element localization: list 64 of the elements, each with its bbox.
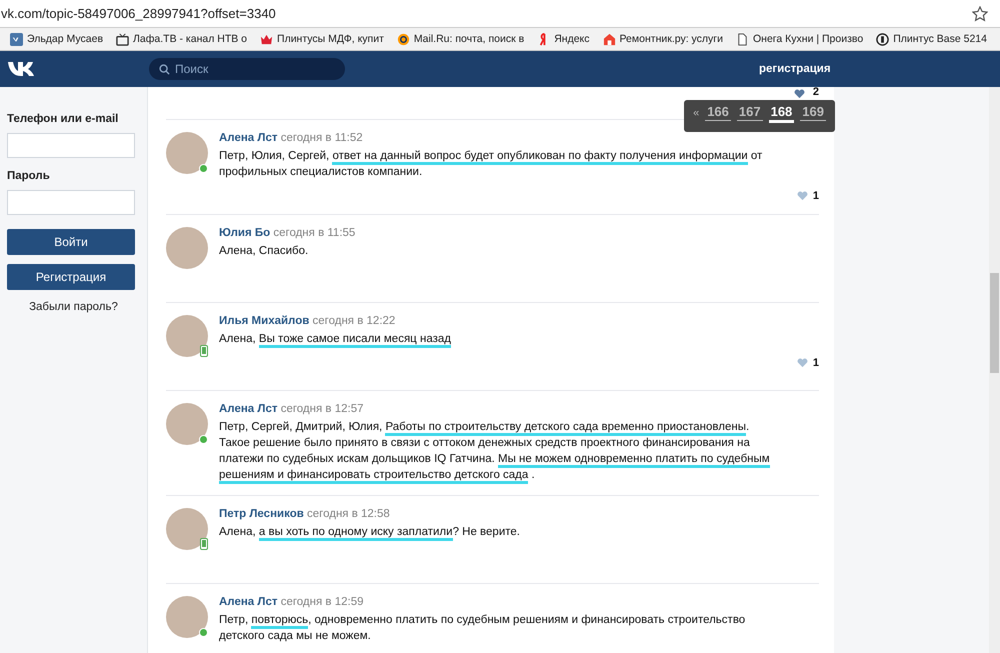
post-text: Петр, Юлия, Сергей, ответ на данный вопрос будет опубликован по факту получения информации от профильных специалистов компании. [219,149,764,180]
like-count: 1 [812,357,819,369]
scrollbar-thumb[interactable] [990,273,999,373]
vk-logo-icon[interactable] [7,60,37,78]
heart-icon[interactable] [796,358,808,368]
forgot-password-link[interactable]: Забыли пароль? [7,301,140,313]
bookmark-link[interactable]: Яндекс [554,33,590,45]
post-time[interactable]: сегодня в 11:52 [280,132,363,144]
post-time[interactable]: сегодня в 11:55 [273,227,356,239]
heart-icon[interactable] [794,89,805,99]
field-label: Пароль [7,170,51,182]
post-time[interactable]: сегодня в 12:59 [280,596,364,608]
page-link[interactable]: 166 [705,104,731,121]
bookmark-link[interactable]: Ремонтник.ру: услуги [620,33,723,45]
register-button[interactable]: Регистрация [7,264,135,290]
search-field[interactable]: Поиск [149,58,345,80]
bookmark-link[interactable]: Mail.Ru: почта, поиск в [414,33,524,45]
search-icon [159,64,170,75]
post-text: Алена, Вы тоже самое писали месяц назад [219,331,779,347]
post-text: Петр, повторюсь, одновременно платить по судебным решениям и финансировать строительство детского сада мы не можем. [219,613,746,644]
heart-icon[interactable] [796,191,808,201]
avatar-placeholder[interactable] [166,596,208,638]
login-button[interactable]: Войти [7,229,135,255]
vk-logo-icon [10,32,23,46]
author-link[interactable]: Алена Лст [219,403,278,415]
post-time[interactable]: сегодня в 12:22 [312,315,396,327]
phone-input[interactable] [7,133,135,158]
bookmark-link[interactable]: Онега Кухни | Произво [753,33,864,45]
password-input[interactable] [7,190,135,215]
page-icon [736,32,749,46]
post-text: Петр, Сергей, Дмитрий, Юлия, Работы по строительству детского сада временно приостановлены. Такое решение было принято в связи с оттоком денежных средств проектного финансирования на платежи по судебных искам дольщиков IQ Гатчина. Мы не можем одновременно платить по судебным решениям и финансировать строительство детского сада . [219,419,779,483]
author-link[interactable]: Алена Лст [219,132,278,144]
like-count: 2 [812,86,819,98]
bookmark-link[interactable]: Плинтусы МДФ, купит [277,33,384,45]
house-icon [602,32,616,46]
page-link[interactable]: 167 [736,104,763,121]
avatar-placeholder[interactable] [166,132,208,174]
post-text: Алена, Спасибо. [219,244,310,259]
avatar-placeholder[interactable] [166,508,208,550]
post-time[interactable]: сегодня в 12:58 [307,508,390,520]
page-link[interactable]: 169 [800,104,826,121]
author-link[interactable]: Юлия Бо [219,227,270,239]
crown-icon [260,32,274,46]
at-sign-icon [396,32,410,46]
circle-logo-icon [876,32,890,46]
registration-link[interactable]: регистрация [759,63,831,75]
author-link[interactable]: Илья Михайлов [219,315,310,327]
avatar-placeholder[interactable] [166,403,208,445]
field-label: Телефон или e-mail [7,113,120,125]
like-count: 1 [812,190,819,202]
avatar-placeholder[interactable] [166,227,208,269]
bookmark-star-icon[interactable] [972,6,988,22]
address-bar-url[interactable]: vk.com/topic-58497006_28997941?offset=3340 [1,6,972,21]
post-text: Алена, а вы хоть по одному иску заплатили? Не верите. [219,524,779,540]
page-link[interactable]: 168 [768,104,794,123]
author-link[interactable]: Алена Лст [219,596,278,608]
bookmark-link[interactable]: Лафа.ТВ - канал НТВ о [133,33,248,45]
avatar-placeholder[interactable] [166,315,208,357]
tv-icon [116,32,130,46]
previous-page-link[interactable]: « [693,107,700,119]
bookmark-link[interactable]: Эльдар Мусаев [27,33,104,45]
post-time[interactable]: сегодня в 12:57 [280,403,364,415]
author-link[interactable]: Петр Лесников [219,508,304,520]
bookmark-link[interactable]: Плинтус Base 5214 [893,33,987,45]
